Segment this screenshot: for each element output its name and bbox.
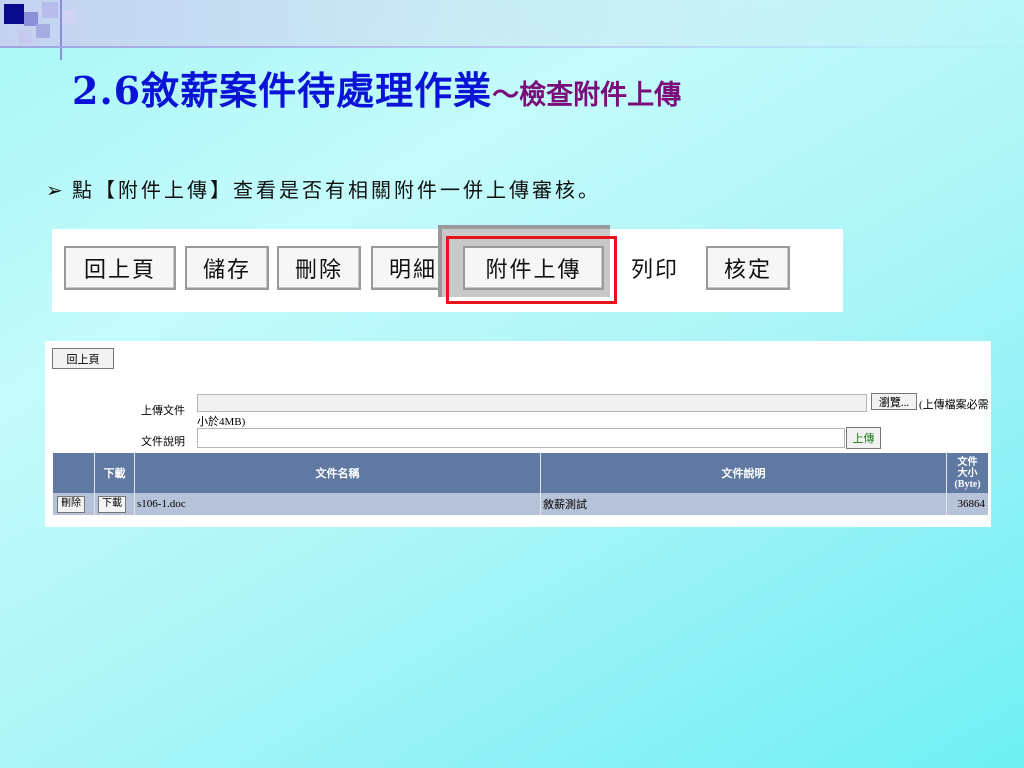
arrow-bullet-icon: ➢ (46, 178, 63, 202)
column-header-file-name: 文件名稱 (135, 453, 541, 493)
description-input[interactable] (197, 428, 845, 448)
column-header-download: 下載 (95, 453, 135, 493)
column-header-size: 文件 大小 (Byte) (947, 453, 988, 493)
size-header-line1: 文件 (957, 456, 978, 468)
size-note: (上傳檔案必需 (919, 399, 989, 411)
upload-file-label: 上傳文件 (141, 405, 185, 417)
slide-title-main: 2.6敘薪案件待處理作業 (72, 68, 493, 113)
delete-button[interactable]: 刪除 (277, 246, 361, 290)
size-header-line2: 大小 (957, 467, 978, 479)
row-file-name: s106-1.doc (135, 493, 541, 515)
table-header: 下載 文件名稱 文件說明 文件 大小 (Byte) (53, 453, 988, 493)
attachments-table: 下載 文件名稱 文件說明 文件 大小 (Byte) 刪除 下載 s106-1.d… (53, 453, 988, 515)
column-header-description: 文件說明 (541, 453, 947, 493)
back-button[interactable]: 回上頁 (64, 246, 176, 290)
save-button[interactable]: 儲存 (185, 246, 269, 290)
bullet-text: 點【附件上傳】查看是否有相關附件一併上傳審核。 (72, 178, 601, 202)
download-row-button[interactable]: 下載 (98, 495, 126, 513)
top-decor-bar (0, 0, 1024, 46)
print-button[interactable]: 列印 (617, 246, 693, 290)
table-row: 刪除 下載 s106-1.doc 敘薪測試 36864 (53, 493, 988, 515)
toolbar-screenshot: 回上頁 儲存 刪除 明細 附件上傳 列印 核定 (52, 225, 843, 312)
upload-button[interactable]: 上傳 (846, 427, 881, 449)
back-button[interactable]: 回上頁 (52, 348, 114, 369)
row-download-cell: 下載 (95, 493, 135, 515)
upload-page-screenshot: 回上頁 上傳文件 瀏覽... (上傳檔案必需 小於4MB) 文件說明 上傳 下載… (45, 341, 991, 527)
decor-vertical-line (60, 0, 62, 60)
size-note-continued: 小於4MB) (197, 416, 246, 428)
bullet-point: ➢ 點【附件上傳】查看是否有相關附件一併上傳審核。 (46, 174, 601, 203)
delete-row-button[interactable]: 刪除 (57, 495, 85, 513)
size-header-line3: (Byte) (954, 478, 981, 490)
column-header-actions (53, 453, 95, 493)
row-size: 36864 (957, 498, 986, 510)
row-description: 敘薪測試 (541, 493, 947, 515)
description-label: 文件說明 (141, 436, 185, 448)
row-delete-cell: 刪除 (53, 493, 95, 515)
slide-title-sub: ～檢查附件上傳 (492, 80, 682, 111)
browse-button[interactable]: 瀏覽... (871, 393, 917, 410)
decor-horizontal-line (0, 46, 1024, 48)
approve-button[interactable]: 核定 (706, 246, 790, 290)
upload-file-input[interactable] (197, 394, 867, 412)
slide-title: 2.6敘薪案件待處理作業～檢查附件上傳 (72, 60, 681, 115)
highlight-box (446, 236, 617, 304)
